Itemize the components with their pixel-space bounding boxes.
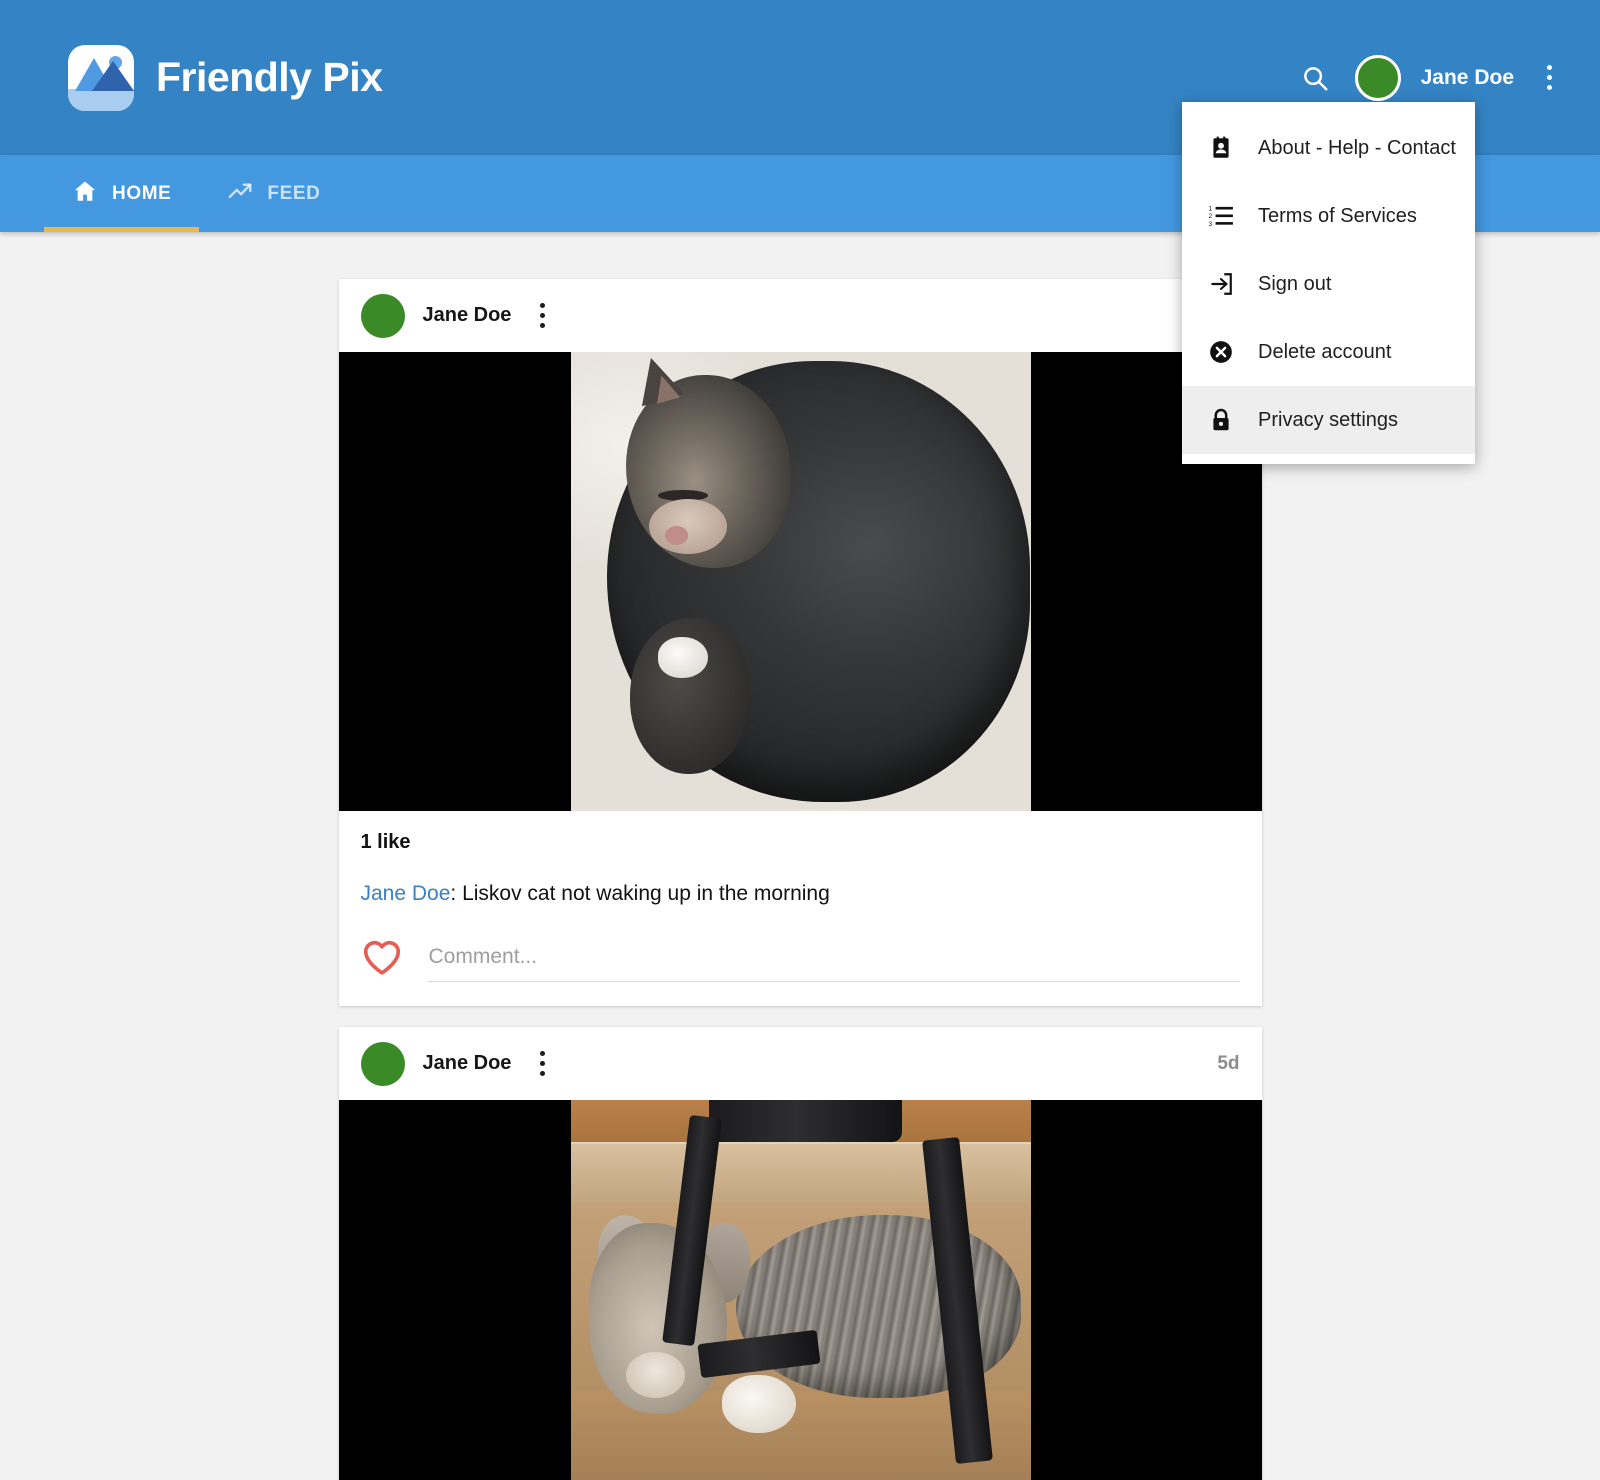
- tab-label: FEED: [267, 182, 321, 204]
- post-photo[interactable]: [338, 352, 1262, 811]
- numbered-list-icon: 1 2 3: [1206, 201, 1236, 231]
- svg-text:1: 1: [1209, 206, 1213, 213]
- like-count: 1 like: [360, 831, 411, 853]
- trending-up-icon: [227, 178, 253, 210]
- home-icon: [72, 178, 98, 210]
- svg-text:2: 2: [1209, 213, 1213, 220]
- caption-separator: :: [450, 882, 463, 905]
- avatar[interactable]: [360, 293, 405, 338]
- caption-author-link[interactable]: Jane Doe: [361, 882, 451, 905]
- user-menu-dropdown: About - Help - Contact 1 2 3 Terms of Se…: [1182, 102, 1475, 464]
- tab-home[interactable]: HOME: [44, 155, 200, 232]
- post-photo[interactable]: [338, 1100, 1262, 1480]
- menu-item-label: Terms of Services: [1258, 204, 1417, 227]
- menu-item-sign-out[interactable]: Sign out: [1182, 250, 1475, 318]
- logo-mountain-right: [92, 60, 134, 91]
- menu-item-label: Privacy settings: [1258, 408, 1399, 431]
- caption-text: Liskov cat not waking up in the morning: [462, 882, 830, 905]
- vertical-dots-icon[interactable]: [1534, 58, 1564, 98]
- menu-item-label: Delete account: [1258, 340, 1392, 363]
- post-author[interactable]: Jane Doe: [423, 1052, 512, 1075]
- header-actions: Jane Doe: [1295, 54, 1564, 101]
- post-author[interactable]: Jane Doe: [423, 304, 512, 327]
- menu-item-terms-of-services[interactable]: 1 2 3 Terms of Services: [1182, 182, 1475, 250]
- cat-nose: [664, 526, 688, 545]
- tab-label: HOME: [112, 182, 172, 204]
- post-photo-image: [570, 352, 1031, 811]
- sign-out-icon: [1206, 269, 1236, 299]
- x-circle-icon: [1206, 337, 1236, 367]
- tab-feed[interactable]: FEED: [199, 155, 348, 232]
- post-photo-image: [570, 1100, 1031, 1480]
- menu-item-label: Sign out: [1258, 272, 1332, 295]
- avatar[interactable]: [1354, 54, 1401, 101]
- comment-row: [361, 937, 1240, 996]
- post-caption: Jane Doe: Liskov cat not waking up in th…: [361, 880, 1240, 907]
- cat-muzzle: [648, 498, 727, 554]
- cat-paw: [722, 1375, 796, 1433]
- menu-item-about-help-contact[interactable]: About - Help - Contact: [1182, 114, 1475, 182]
- post-timestamp: 5d: [1217, 1052, 1240, 1074]
- svg-text:3: 3: [1209, 221, 1213, 228]
- menu-item-privacy-settings[interactable]: Privacy settings: [1182, 386, 1475, 454]
- comment-input[interactable]: [426, 937, 1240, 983]
- vertical-dots-icon[interactable]: [529, 296, 555, 336]
- post-card: Jane Doe 1 like Jane Doe: Liskov cat not…: [338, 279, 1262, 1007]
- post-body: 1 like Jane Doe: Liskov cat not waking u…: [339, 811, 1262, 1006]
- black-strap: [708, 1100, 902, 1143]
- menu-item-label: About - Help - Contact: [1258, 136, 1456, 159]
- search-icon[interactable]: [1295, 58, 1335, 98]
- app-title: Friendly Pix: [156, 54, 383, 100]
- contact-card-icon: [1206, 133, 1236, 163]
- photo-landscape-icon: [68, 44, 134, 111]
- post-header: Jane Doe 5d: [339, 1027, 1262, 1100]
- app-header: Friendly Pix Jane Doe About - Help - Con…: [0, 0, 1600, 464]
- logo-water: [68, 88, 134, 111]
- header-username[interactable]: Jane Doe: [1421, 66, 1514, 90]
- lock-icon: [1206, 405, 1236, 435]
- heart-outline-icon[interactable]: [361, 938, 403, 981]
- menu-item-delete-account[interactable]: Delete account: [1182, 318, 1475, 386]
- avatar[interactable]: [360, 1041, 405, 1086]
- post-header: Jane Doe: [339, 279, 1262, 352]
- cat-paw: [657, 636, 709, 678]
- post-card: Jane Doe 5d: [338, 1027, 1262, 1480]
- brand[interactable]: Friendly Pix: [68, 44, 383, 111]
- vertical-dots-icon[interactable]: [529, 1044, 555, 1084]
